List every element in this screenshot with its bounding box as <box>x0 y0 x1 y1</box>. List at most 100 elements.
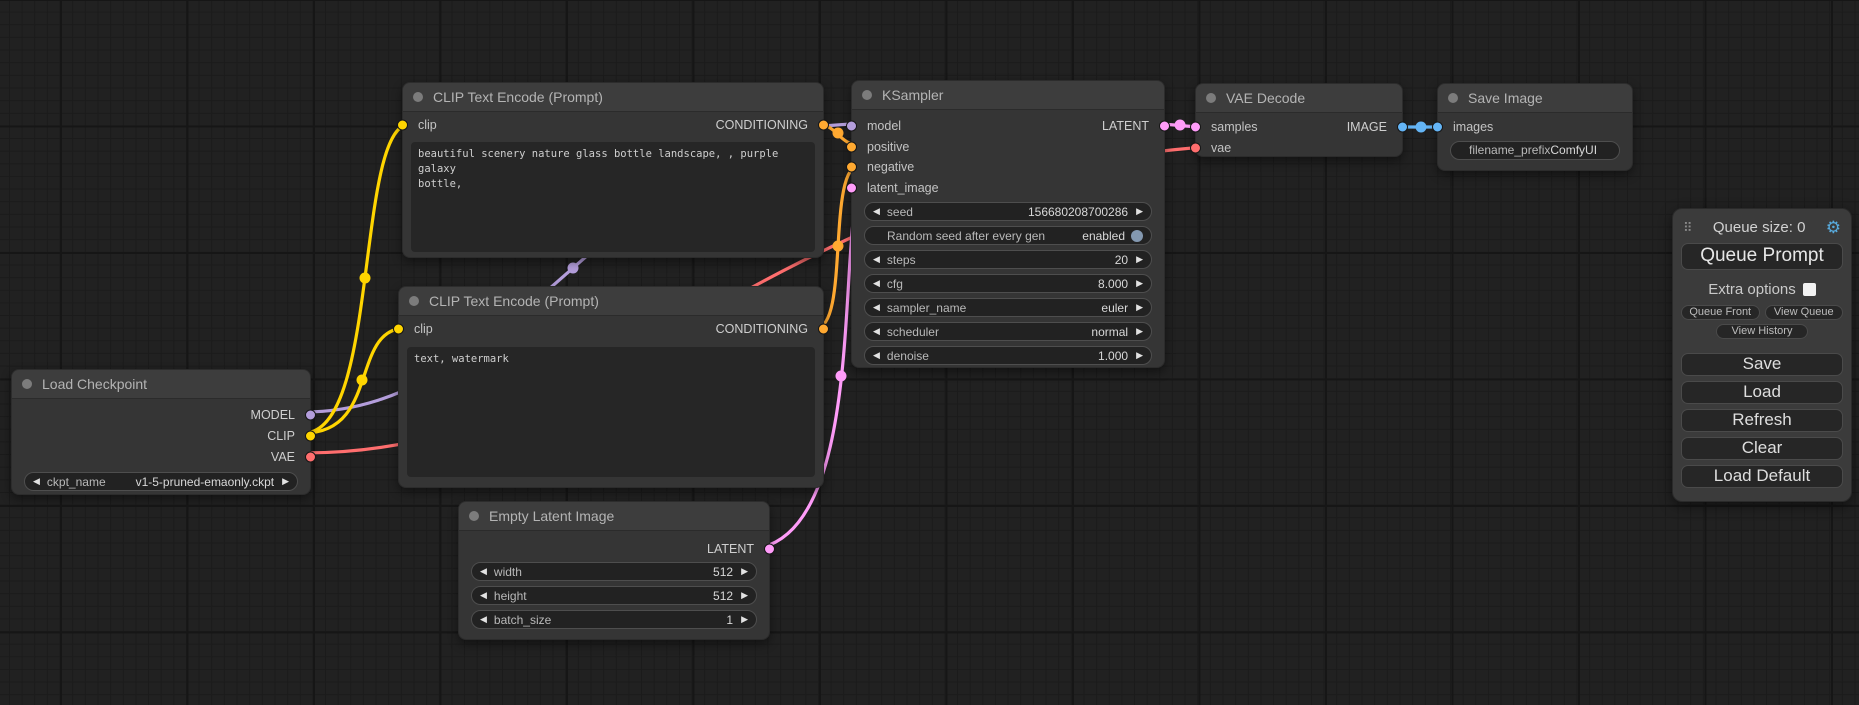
queue-prompt-button[interactable]: Queue Prompt <box>1681 243 1843 270</box>
input-port-clip[interactable] <box>397 120 408 131</box>
input-port-model[interactable] <box>846 121 857 132</box>
collapse-dot[interactable] <box>413 92 423 102</box>
view-history-button[interactable]: View History <box>1716 324 1808 339</box>
node-clip-text-encode-negative[interactable]: CLIP Text Encode (Prompt) clip CONDITION… <box>398 286 824 488</box>
node-title-bar[interactable]: KSampler <box>852 81 1164 110</box>
node-title-bar[interactable]: Load Checkpoint <box>12 370 310 399</box>
widget-label: batch_size <box>494 613 551 627</box>
scheduler-widget[interactable]: ◀ scheduler normal ▶ <box>864 322 1152 341</box>
widget-increment-icon[interactable]: ▶ <box>1136 303 1143 312</box>
widget-value: 20 <box>1115 253 1128 267</box>
output-port-clip[interactable] <box>305 430 316 441</box>
steps-widget[interactable]: ◀ steps 20 ▶ <box>864 250 1152 269</box>
output-label-conditioning: CONDITIONING <box>716 118 808 132</box>
batch-size-widget[interactable]: ◀ batch_size 1 ▶ <box>471 610 757 629</box>
drag-handle-icon[interactable]: ⠿ <box>1683 221 1693 234</box>
view-queue-button[interactable]: View Queue <box>1765 305 1844 320</box>
clear-button[interactable]: Clear <box>1681 437 1843 460</box>
widget-decrement-icon[interactable]: ◀ <box>873 327 880 336</box>
seed-widget[interactable]: ◀ seed 156680208700286 ▶ <box>864 202 1152 221</box>
widget-decrement-icon[interactable]: ◀ <box>480 567 487 576</box>
widget-decrement-icon[interactable]: ◀ <box>873 255 880 264</box>
widget-increment-icon[interactable]: ▶ <box>741 567 748 576</box>
prompt-textarea[interactable]: text, watermark <box>407 347 815 477</box>
widget-decrement-icon[interactable]: ◀ <box>33 477 40 486</box>
widget-value: ComfyUI <box>1550 143 1597 157</box>
refresh-button[interactable]: Refresh <box>1681 409 1843 432</box>
cfg-widget[interactable]: ◀ cfg 8.000 ▶ <box>864 274 1152 293</box>
collapse-dot[interactable] <box>1206 93 1216 103</box>
prompt-textarea[interactable]: beautiful scenery nature glass bottle la… <box>411 142 815 252</box>
load-button[interactable]: Load <box>1681 381 1843 404</box>
widget-decrement-icon[interactable]: ◀ <box>480 591 487 600</box>
node-save-image[interactable]: Save Image images filename_prefix ComfyU… <box>1437 83 1633 171</box>
output-port-latent[interactable] <box>1159 121 1170 132</box>
node-title-bar[interactable]: Save Image <box>1438 84 1632 113</box>
widget-increment-icon[interactable]: ▶ <box>1136 207 1143 216</box>
node-clip-text-encode-positive[interactable]: CLIP Text Encode (Prompt) clip CONDITION… <box>402 82 824 258</box>
save-button[interactable]: Save <box>1681 353 1843 376</box>
widget-label: filename_prefix <box>1469 143 1550 157</box>
input-label-vae: vae <box>1211 141 1231 155</box>
widget-increment-icon[interactable]: ▶ <box>1136 351 1143 360</box>
node-title-bar[interactable]: CLIP Text Encode (Prompt) <box>399 287 823 316</box>
random-seed-widget[interactable]: Random seed after every gen enabled <box>864 226 1152 245</box>
width-widget[interactable]: ◀ width 512 ▶ <box>471 562 757 581</box>
input-port-clip[interactable] <box>393 324 404 335</box>
node-title-bar[interactable]: Empty Latent Image <box>459 502 769 531</box>
link-dot-latent-image <box>836 371 847 382</box>
link-dot-clip-positive <box>360 273 371 284</box>
input-port-negative[interactable] <box>846 162 857 173</box>
widget-increment-icon[interactable]: ▶ <box>1136 327 1143 336</box>
node-title-bar[interactable]: VAE Decode <box>1196 84 1402 113</box>
output-label-vae: VAE <box>271 450 295 464</box>
denoise-widget[interactable]: ◀ denoise 1.000 ▶ <box>864 346 1152 365</box>
input-port-vae[interactable] <box>1190 142 1201 153</box>
output-port-vae[interactable] <box>305 451 316 462</box>
graph-canvas[interactable]: Load Checkpoint MODEL CLIP VAE ◀ ckpt_na… <box>0 0 1859 705</box>
settings-gear-icon[interactable]: ⚙ <box>1826 219 1841 236</box>
output-port-latent[interactable] <box>764 544 775 555</box>
toggle-icon[interactable] <box>1131 230 1143 242</box>
input-label-clip: clip <box>414 322 433 336</box>
widget-increment-icon[interactable]: ▶ <box>1136 255 1143 264</box>
input-port-samples[interactable] <box>1190 122 1201 133</box>
ckpt-name-widget[interactable]: ◀ ckpt_name v1-5-pruned-emaonly.ckpt ▶ <box>24 472 298 491</box>
node-vae-decode[interactable]: VAE Decode samples IMAGE vae <box>1195 83 1403 157</box>
node-empty-latent-image[interactable]: Empty Latent Image LATENT ◀ width 512 ▶ … <box>458 501 770 640</box>
output-port-conditioning[interactable] <box>818 120 829 131</box>
output-port-image[interactable] <box>1397 122 1408 133</box>
widget-decrement-icon[interactable]: ◀ <box>480 615 487 624</box>
widget-label: height <box>494 589 527 603</box>
widget-increment-icon[interactable]: ▶ <box>741 591 748 600</box>
widget-decrement-icon[interactable]: ◀ <box>873 351 880 360</box>
load-default-button[interactable]: Load Default <box>1681 465 1843 488</box>
widget-decrement-icon[interactable]: ◀ <box>873 207 880 216</box>
collapse-dot[interactable] <box>409 296 419 306</box>
filename-prefix-widget[interactable]: filename_prefix ComfyUI <box>1450 141 1620 160</box>
widget-value: euler <box>1101 301 1128 315</box>
sampler-name-widget[interactable]: ◀ sampler_name euler ▶ <box>864 298 1152 317</box>
collapse-dot[interactable] <box>469 511 479 521</box>
height-widget[interactable]: ◀ height 512 ▶ <box>471 586 757 605</box>
queue-size-label: Queue size: 0 <box>1693 219 1826 236</box>
input-port-images[interactable] <box>1432 122 1443 133</box>
collapse-dot[interactable] <box>1448 93 1458 103</box>
node-load-checkpoint[interactable]: Load Checkpoint MODEL CLIP VAE ◀ ckpt_na… <box>11 369 311 495</box>
queue-front-button[interactable]: Queue Front <box>1681 305 1760 320</box>
input-port-latent-image[interactable] <box>846 182 857 193</box>
node-ksampler[interactable]: KSampler model LATENT positive negative … <box>851 80 1165 368</box>
node-title-bar[interactable]: CLIP Text Encode (Prompt) <box>403 83 823 112</box>
collapse-dot[interactable] <box>862 90 872 100</box>
widget-decrement-icon[interactable]: ◀ <box>873 303 880 312</box>
link-dot-samples <box>1175 120 1186 131</box>
output-port-model[interactable] <box>305 409 316 420</box>
widget-increment-icon[interactable]: ▶ <box>1136 279 1143 288</box>
widget-increment-icon[interactable]: ▶ <box>741 615 748 624</box>
widget-increment-icon[interactable]: ▶ <box>282 477 289 486</box>
widget-decrement-icon[interactable]: ◀ <box>873 279 880 288</box>
collapse-dot[interactable] <box>22 379 32 389</box>
output-port-conditioning[interactable] <box>818 324 829 335</box>
input-port-positive[interactable] <box>846 141 857 152</box>
extra-options-checkbox[interactable] <box>1803 283 1816 296</box>
